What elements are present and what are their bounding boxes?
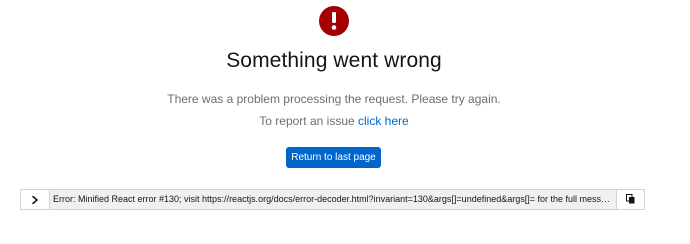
error-title: Something went wrong	[226, 49, 442, 72]
exclamation-circle-icon	[319, 6, 349, 36]
report-issue-link[interactable]: click here	[358, 114, 409, 128]
copy-icon	[626, 191, 635, 209]
report-issue-text: To report an issue	[259, 114, 355, 128]
copy-button[interactable]	[617, 190, 644, 209]
chevron-right-icon	[32, 191, 38, 209]
error-message: There was a problem processing the reque…	[167, 92, 501, 106]
report-issue-line: To report an issue click here	[0, 114, 668, 128]
error-page: Something went wrong There was a problem…	[0, 0, 690, 244]
error-details-text: Error: Minified React error #130; visit …	[50, 190, 617, 209]
expand-details-toggle[interactable]	[21, 190, 50, 209]
return-to-last-page-button[interactable]: Return to last page	[286, 147, 381, 168]
error-details-panel: Error: Minified React error #130; visit …	[20, 189, 645, 210]
